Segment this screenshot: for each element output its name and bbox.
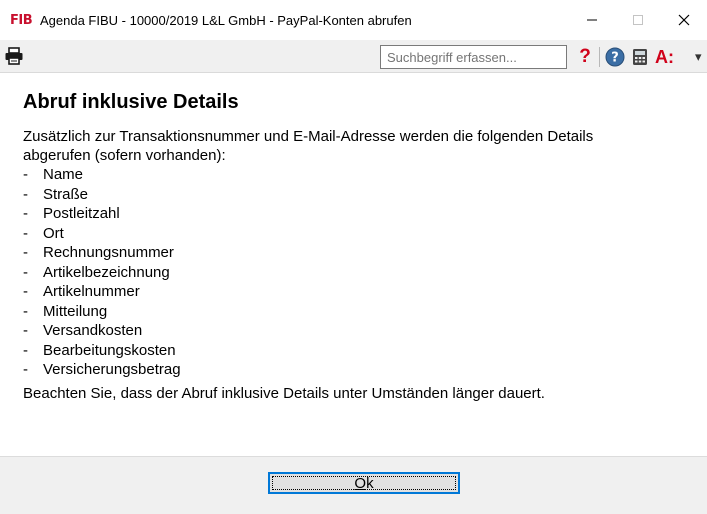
list-item: - Rechnungsnummer bbox=[23, 244, 174, 261]
minimize-button[interactable] bbox=[569, 0, 615, 40]
list-item: - Name bbox=[23, 166, 84, 183]
close-button[interactable] bbox=[661, 0, 707, 40]
toolbar-divider bbox=[599, 47, 600, 67]
chevron-down-icon[interactable]: ▾ bbox=[695, 46, 702, 68]
window-title: Agenda FIBU - 10000/2019 L&L GmbH - PayP… bbox=[40, 12, 412, 28]
maximize-icon bbox=[633, 15, 643, 25]
list-item: - Postleitzahl bbox=[23, 205, 120, 222]
list-item: - Mitteilung bbox=[23, 302, 108, 320]
dialog-content: Abruf inklusive Details Zusätzlich zur T… bbox=[23, 90, 693, 403]
page-title: Abruf inklusive Details bbox=[23, 91, 239, 113]
intro-text: Zusätzlich zur Transaktionsnummer und E-… bbox=[23, 128, 594, 164]
printer-icon bbox=[5, 47, 23, 65]
toolbar: ? ? A: ▾ bbox=[0, 40, 707, 73]
calculator-button[interactable] bbox=[632, 48, 648, 66]
close-icon bbox=[678, 14, 690, 26]
maximize-button[interactable] bbox=[615, 0, 661, 40]
focus-ring bbox=[272, 476, 456, 490]
dialog-window: FIB Agenda FIBU - 10000/2019 L&L GmbH - … bbox=[0, 0, 707, 514]
svg-text:?: ? bbox=[611, 51, 619, 66]
list-item: - Artikelnummer bbox=[23, 283, 140, 300]
minimize-icon bbox=[587, 19, 597, 21]
question-icon[interactable]: ? bbox=[575, 46, 595, 68]
app-logo: FIB bbox=[10, 12, 33, 28]
print-button[interactable] bbox=[4, 47, 26, 67]
note-text: Beachten Sie, dass der Abruf inklusive D… bbox=[23, 384, 545, 402]
title-bar[interactable]: FIB Agenda FIBU - 10000/2019 L&L GmbH - … bbox=[0, 0, 707, 40]
help-circle-icon: ? bbox=[605, 47, 625, 67]
details-list: - Name - Straße - Postleitzahl - Ort - Rechnu… bbox=[23, 165, 693, 380]
list-item: - Artikelbezeichnung bbox=[23, 263, 170, 281]
calculator-icon bbox=[633, 49, 647, 65]
abc-icon[interactable]: A: bbox=[655, 46, 674, 68]
list-item: - Versandkosten bbox=[23, 322, 143, 339]
list-item: - Ort bbox=[23, 224, 64, 242]
window-controls bbox=[569, 0, 707, 40]
search-input[interactable] bbox=[380, 45, 567, 69]
list-item: - Straße bbox=[23, 185, 89, 203]
ok-button[interactable]: Ok bbox=[268, 472, 460, 494]
help-button[interactable]: ? bbox=[605, 47, 625, 67]
list-item: - Versicherungsbetrag bbox=[23, 361, 181, 378]
list-item: - Bearbeitungskosten bbox=[23, 341, 176, 359]
button-bar: Ok bbox=[0, 456, 707, 514]
